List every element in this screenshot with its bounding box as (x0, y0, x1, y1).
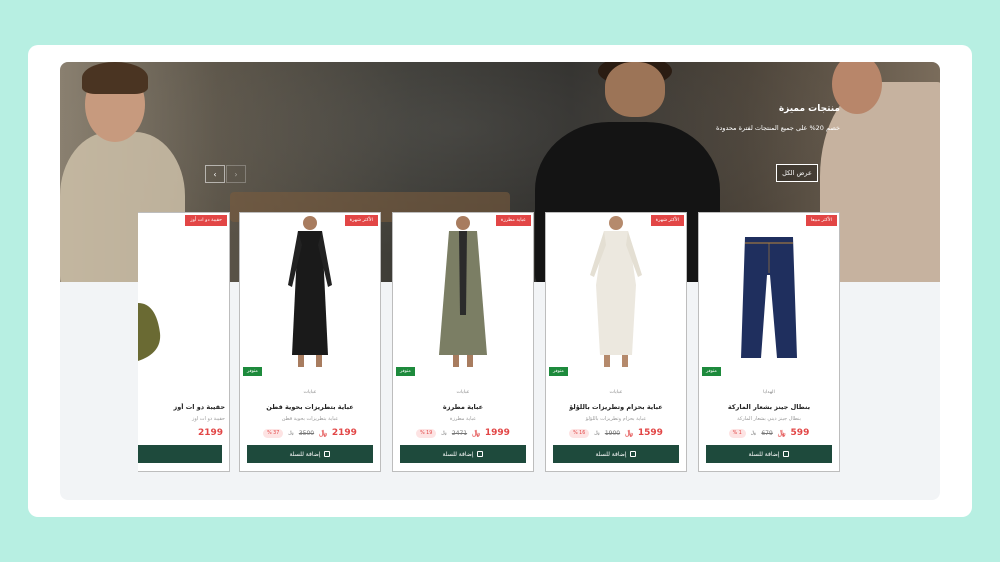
discount-badge: % 19 (416, 428, 437, 438)
product-name[interactable]: عباية مطرزة (397, 403, 529, 411)
discount-badge: % 1 (728, 428, 746, 438)
add-to-cart-label: إضافة للسلة (595, 450, 627, 458)
add-to-cart-label: إضافة للسلة (748, 450, 780, 458)
add-to-cart-button[interactable]: إضافة للسلة (553, 445, 679, 463)
discount-badge: % 16 (569, 428, 590, 438)
cart-icon (783, 451, 790, 457)
riyal-icon: ﷼ (750, 430, 757, 436)
old-price: 3500 (298, 429, 315, 437)
product-category: عبايات (456, 390, 470, 395)
current-price: 1999 (484, 428, 510, 438)
add-to-cart-button[interactable]: إضافة للسلة (400, 445, 526, 463)
riyal-icon: ﷼ (594, 430, 600, 436)
riyal-icon: ﷼ (777, 428, 786, 437)
old-price: 1900 (604, 429, 621, 437)
product-name[interactable]: عباية بتطريزات بحوية قطن (244, 403, 376, 411)
carousel-prev-button[interactable]: ‹ (205, 165, 225, 183)
product-card[interactable]: الأكثر شهرة متوفر عبايات عباية بحزام وتط… (545, 212, 687, 472)
product-badge: حقيبة دو ات أوز (185, 215, 227, 226)
riyal-icon: ﷼ (319, 428, 327, 437)
product-carousel: الأكثر مبيعا متوفر الهدايا بنطال جينز بش… (60, 212, 940, 477)
product-badge: عباية مطرزة (495, 215, 531, 226)
product-card[interactable]: الأكثر شهرة متوفر عبايات عباية بتطريزات … (239, 212, 381, 472)
current-price: 599 (790, 428, 810, 438)
product-badge: الأكثر شهرة (344, 215, 378, 226)
product-description: عباية مطرزة (449, 416, 477, 422)
riyal-icon: ﷼ (472, 428, 480, 437)
product-category: عبايات (609, 390, 623, 395)
product-category: الهدايا (763, 390, 775, 395)
featured-products-section: منتجات مميزة خصم 20% على جميع المنتجات ل… (60, 62, 940, 500)
current-price: 2199 (197, 428, 223, 438)
stock-badge: متوفر (702, 367, 721, 376)
product-image[interactable] (546, 213, 686, 381)
product-description: عباية بحزام وتطريزات باللؤلؤ (585, 416, 647, 422)
product-image[interactable] (699, 213, 839, 381)
price-row: % 37 ﷼ 3500 ﷼ 2199 (240, 428, 380, 438)
add-to-cart-label: إضافة للسلة (289, 450, 321, 458)
current-price: 1599 (637, 428, 663, 438)
stock-badge: متوفر (549, 367, 568, 376)
product-card[interactable]: حقيبة دو ات أوز حقيبة دو ات أوز حقيبة دو… (138, 212, 230, 472)
section-subtitle: خصم 20% على جميع المنتجات لفترة محدودة (716, 124, 840, 132)
product-image[interactable] (240, 213, 380, 381)
add-to-cart-button[interactable]: إضافة للسلة (706, 445, 832, 463)
add-to-cart-button[interactable] (138, 445, 222, 463)
cart-icon (324, 451, 331, 457)
product-description: بنطال جينز ديني بشعار الماركة (737, 416, 801, 422)
old-price: 679 (761, 429, 773, 437)
product-category: عبايات (303, 390, 317, 395)
carousel-next-button[interactable]: › (226, 165, 246, 183)
cart-icon (630, 451, 637, 457)
riyal-icon: ﷼ (441, 430, 447, 436)
add-to-cart-button[interactable]: إضافة للسلة (247, 445, 373, 463)
view-all-button[interactable]: عرض الكل (776, 164, 818, 182)
cart-icon (477, 451, 484, 457)
chevron-right-icon: › (234, 169, 238, 179)
old-price: 2471 (451, 429, 468, 437)
price-row: % 1 ﷼ 679 ﷼ 599 (699, 428, 839, 438)
product-name[interactable]: حقيبة دو ات أوز (142, 403, 225, 411)
current-price: 2199 (331, 428, 357, 438)
price-row: % 16 ﷼ 1900 ﷼ 1599 (546, 428, 686, 438)
price-row: 2199 (138, 428, 229, 438)
product-name[interactable]: بنطال جينز بشعار الماركة (703, 403, 835, 411)
price-row: % 19 ﷼ 2471 ﷼ 1999 (393, 428, 533, 438)
stock-badge: متوفر (243, 367, 262, 376)
stock-badge: متوفر (396, 367, 415, 376)
product-description: عباية بتطريزات بحوية قطن (281, 416, 339, 422)
section-title: منتجات مميزة (778, 104, 840, 114)
add-to-cart-label: إضافة للسلة (442, 450, 474, 458)
chevron-left-icon: ‹ (213, 169, 217, 179)
product-image[interactable] (393, 213, 533, 381)
product-card[interactable]: عباية مطرزة متوفر عبايات عباية مطرزة عبا… (392, 212, 534, 472)
product-badge: الأكثر شهرة (650, 215, 684, 226)
riyal-icon: ﷼ (288, 430, 294, 436)
product-card[interactable]: الأكثر مبيعا متوفر الهدايا بنطال جينز بش… (698, 212, 840, 472)
product-badge: الأكثر مبيعا (805, 215, 837, 226)
product-name[interactable]: عباية بحزام وتطريزات باللؤلؤ (550, 403, 682, 411)
discount-badge: % 37 (263, 428, 284, 438)
product-description: حقيبة دو ات أوز (191, 416, 225, 422)
riyal-icon: ﷼ (625, 428, 633, 437)
product-image[interactable] (138, 213, 229, 381)
